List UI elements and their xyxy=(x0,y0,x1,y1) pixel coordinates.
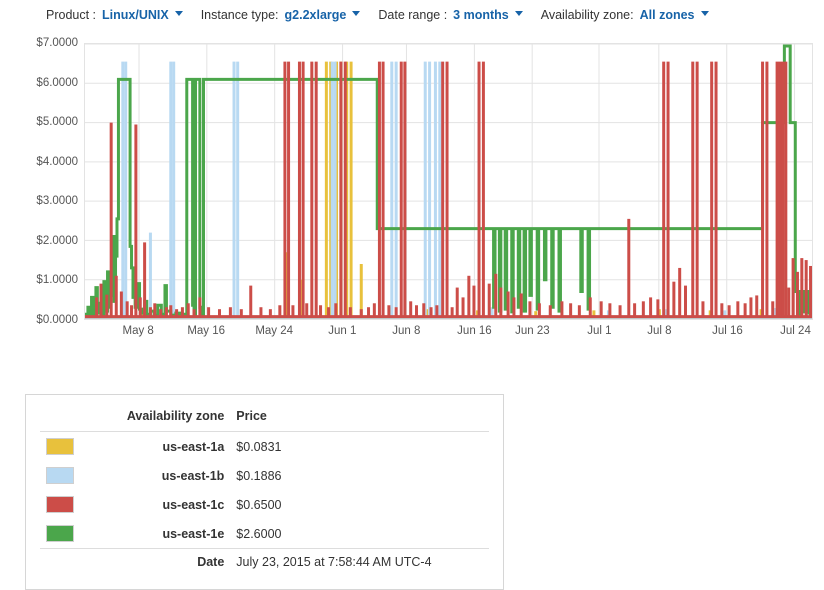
x-axis-tick-label: Jul 24 xyxy=(780,325,811,337)
date-spacer-cell xyxy=(40,548,88,575)
availability-zone-name: us-east-1b xyxy=(161,468,225,483)
table-row: us-east-1a $0.0831 xyxy=(40,431,489,462)
table-row: us-east-1c $0.6500 xyxy=(40,490,489,519)
filter-availability-zone-value[interactable]: All zones xyxy=(640,8,695,22)
x-axis-tick-label: May 8 xyxy=(122,325,154,337)
filter-toolbar: Product : Linux/UNIX Instance type: g2.2… xyxy=(0,0,824,29)
plot-svg xyxy=(85,44,812,319)
color-swatch-icon xyxy=(46,438,74,455)
price-tooltip-panel: Availability zone Price us-east-1a $0.083… xyxy=(25,394,504,590)
color-swatch-icon xyxy=(46,467,74,484)
x-axis-tick-label: Jul 8 xyxy=(647,325,672,337)
filter-date-range-value[interactable]: 3 months xyxy=(453,8,509,22)
x-axis-tick-label: May 24 xyxy=(255,325,294,337)
availability-zone-name: us-east-1e xyxy=(162,526,225,541)
y-axis-tick-label: $4.0000 xyxy=(36,155,78,168)
filter-product-value[interactable]: Linux/UNIX xyxy=(102,8,169,22)
x-axis-tick-label: May 16 xyxy=(187,325,226,337)
filter-instance-type-value[interactable]: g2.2xlarge xyxy=(285,8,347,22)
x-axis: May 8 May 16 May 24 Jun 1 Jun 8 Jun 16 Jun 23 J… xyxy=(84,325,813,349)
chevron-down-icon[interactable] xyxy=(352,11,361,16)
x-axis-tick-label: Jul 1 xyxy=(587,325,612,337)
table-header-row: Availability zone Price xyxy=(40,405,489,432)
legend-swatch-cell xyxy=(40,490,88,519)
y-axis-tick-label: $3.0000 xyxy=(36,195,78,208)
filter-product: Product : Linux/UNIX xyxy=(46,8,183,22)
table-body: us-east-1a $0.0831 us-east-1b $0.1886 us-eas… xyxy=(40,431,489,575)
y-axis-tick-label: $7.0000 xyxy=(36,37,78,49)
column-header-zone: Availability zone xyxy=(126,409,225,423)
legend-swatch-cell xyxy=(40,461,88,490)
y-axis-tick-label: $2.0000 xyxy=(36,234,78,247)
chevron-down-icon[interactable] xyxy=(514,11,523,16)
zone-price-value: $0.6500 xyxy=(236,497,282,512)
table-row-date: Date July 23, 2015 at 7:58:44 AM UTC-4 xyxy=(40,548,489,575)
color-swatch-icon xyxy=(46,525,74,542)
legend-swatch-cell xyxy=(40,519,88,549)
y-axis-tick-label: $1.0000 xyxy=(36,274,78,287)
zone-price-value: $0.1886 xyxy=(236,468,282,483)
table-row: us-east-1e $2.6000 xyxy=(40,519,489,549)
x-axis-tick-label: Jun 8 xyxy=(392,325,421,337)
y-axis-tick-label: $5.0000 xyxy=(36,116,78,129)
availability-zone-name: us-east-1c xyxy=(162,497,225,512)
y-axis: $0.0000 $1.0000 $2.0000 $3.0000 $4.0000 $5.00… xyxy=(0,29,78,349)
zone-price-value: $0.0831 xyxy=(236,439,282,454)
x-axis-tick-label: Jun 1 xyxy=(328,325,357,337)
filter-product-label: Product : xyxy=(46,7,97,22)
filter-availability-zone-label: Availability zone: xyxy=(540,7,634,22)
legend-swatch-cell xyxy=(40,432,88,462)
x-axis-tick-label: Jun 16 xyxy=(457,325,492,337)
table-row: us-east-1b $0.1886 xyxy=(40,461,489,490)
y-axis-tick-label: $0.0000 xyxy=(36,314,78,326)
zone-price-value: $2.6000 xyxy=(236,526,282,541)
y-axis-tick-label: $6.0000 xyxy=(36,76,78,89)
filter-date-range-label: Date range : xyxy=(378,7,448,22)
color-swatch-icon xyxy=(46,496,74,513)
price-history-chart: $0.0000 $1.0000 $2.0000 $3.0000 $4.0000 $5.00… xyxy=(0,29,824,359)
date-value: July 23, 2015 at 7:58:44 AM UTC-4 xyxy=(230,548,489,575)
availability-zone-name: us-east-1a xyxy=(162,439,225,454)
filter-instance-type: Instance type: g2.2xlarge xyxy=(201,8,361,22)
availability-zone-price-table: Availability zone Price us-east-1a $0.083… xyxy=(40,405,489,575)
filter-instance-type-label: Instance type: xyxy=(200,7,279,22)
chevron-down-icon[interactable] xyxy=(700,11,709,16)
filter-date-range: Date range : 3 months xyxy=(378,7,523,22)
x-axis-tick-label: Jun 23 xyxy=(515,325,550,337)
column-header-price: Price xyxy=(236,409,267,423)
x-axis-tick-label: Jul 16 xyxy=(712,325,743,337)
chevron-down-icon[interactable] xyxy=(174,11,183,16)
date-label: Date xyxy=(88,548,231,575)
filter-availability-zone: Availability zone: All zones xyxy=(541,8,709,22)
plot-area[interactable] xyxy=(84,43,813,320)
